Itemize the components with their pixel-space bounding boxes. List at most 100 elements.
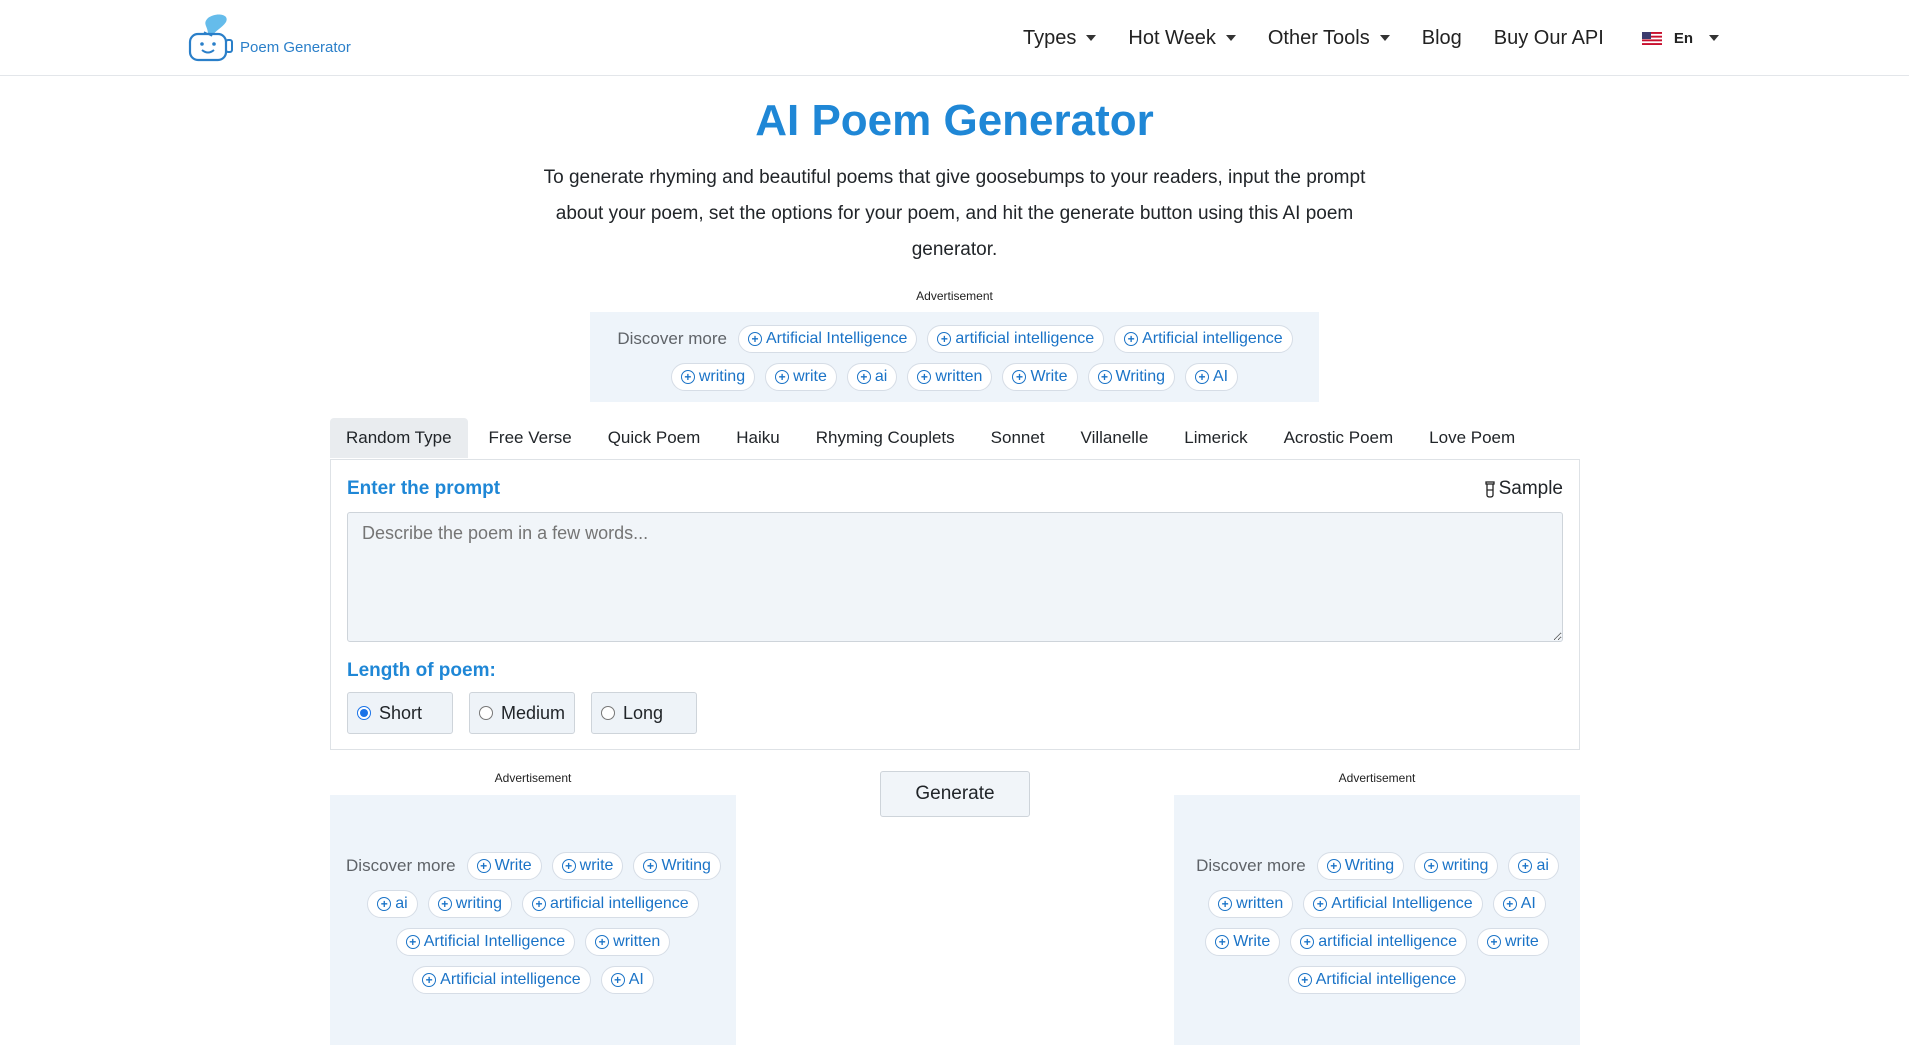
plus-circle-icon: + [1124, 332, 1139, 346]
discover-more-label: Discover more [346, 856, 456, 875]
ad-chip[interactable]: + written [585, 928, 671, 956]
tab-quick-poem[interactable]: Quick Poem [593, 418, 716, 458]
sample-button[interactable]: Sample [1484, 478, 1563, 500]
tab-haiku[interactable]: Haiku [721, 418, 794, 458]
plus-circle-icon: + [747, 332, 762, 346]
plus-circle-icon: + [1297, 973, 1312, 987]
ad-chip[interactable]: + artificial intelligence [521, 890, 699, 918]
ad-chip[interactable]: + AI [1492, 890, 1546, 918]
tab-love-poem[interactable]: Love Poem [1414, 418, 1530, 458]
ad-chip[interactable]: + AI [600, 966, 654, 994]
length-option-label: Medium [501, 702, 566, 723]
length-radio-group: Short Medium Long [347, 692, 713, 734]
ad-chip[interactable]: + Artificial Intelligence [1303, 890, 1483, 918]
ad-chip[interactable]: + ai [846, 363, 898, 391]
nav-types[interactable]: Types [1023, 27, 1097, 50]
ad-chip-label: written [935, 368, 983, 385]
ad-chip[interactable]: + writing [427, 890, 512, 918]
plus-circle-icon: + [1424, 859, 1439, 873]
tab-random-type[interactable]: Random Type [330, 418, 468, 458]
ad-chip[interactable]: + Artificial Intelligence [395, 928, 576, 956]
plus-circle-icon: + [437, 897, 452, 911]
brand-name: Poem Generator [240, 39, 351, 56]
ad-chip[interactable]: + Artificial intelligence [1287, 966, 1467, 994]
nav-other-tools[interactable]: Other Tools [1268, 27, 1390, 50]
ad-chip[interactable]: + Writing [1316, 852, 1405, 880]
ad-label-right: Advertisement [1338, 771, 1416, 785]
plus-circle-icon: + [595, 935, 610, 949]
ad-chip[interactable]: + Artificial intelligence [1114, 325, 1293, 353]
nav-blog[interactable]: Blog [1422, 27, 1462, 50]
length-option-medium[interactable]: Medium [469, 692, 575, 734]
main-nav: Types Hot Week Other Tools Blog Buy Our … [991, 0, 1719, 76]
ad-chip[interactable]: + Write [1205, 928, 1281, 956]
ad-chip[interactable]: + write [765, 363, 837, 391]
nav-hot-week-label: Hot Week [1128, 26, 1216, 49]
plus-circle-icon: + [1487, 935, 1501, 949]
tab-limerick[interactable]: Limerick [1169, 418, 1262, 458]
ad-chip-label: Write [1233, 933, 1271, 950]
length-option-label: Long [623, 702, 664, 723]
ad-chip[interactable]: + write [1477, 928, 1549, 956]
ad-chip[interactable]: + writing [1414, 852, 1499, 880]
radio-unchecked-icon [601, 706, 615, 720]
ad-chip-label: artificial intelligence [955, 330, 1095, 347]
tab-villanelle[interactable]: Villanelle [1066, 418, 1164, 458]
ad-chip[interactable]: + Artificial intelligence [412, 966, 591, 994]
tab-free-verse[interactable]: Free Verse [474, 418, 587, 458]
ad-box-right: Discover more + Writing + writing + ai + wri… [1174, 795, 1580, 1045]
ad-label-top: Advertisement [916, 289, 993, 303]
generate-button[interactable]: Generate [880, 771, 1030, 817]
ad-chip-label: artificial intelligence [1318, 933, 1457, 950]
ad-chip[interactable]: + artificial intelligence [1290, 928, 1467, 956]
plus-circle-icon: + [643, 859, 658, 873]
plus-circle-icon: + [1502, 897, 1517, 911]
ad-chip[interactable]: + written [1208, 890, 1294, 918]
ad-chip-label: Artificial Intelligence [423, 933, 566, 950]
plus-circle-icon: + [937, 332, 952, 346]
ad-chip[interactable]: + artificial intelligence [927, 325, 1105, 353]
us-flag-icon [1641, 31, 1662, 45]
brand-logo-link[interactable]: Poem Generator [186, 12, 351, 64]
ad-chip[interactable]: + Artificial Intelligence [737, 325, 918, 353]
plus-circle-icon: + [1097, 370, 1112, 384]
ad-chip-label: Write [1030, 368, 1068, 385]
ad-chip-label: written [613, 933, 661, 950]
nav-blog-label: Blog [1421, 26, 1462, 49]
prompt-input[interactable] [347, 512, 1563, 642]
ad-chip[interactable]: + written [907, 363, 993, 391]
tab-sonnet[interactable]: Sonnet [976, 418, 1060, 458]
poem-type-tabs: Random Type Free Verse Quick Poem Haiku … [330, 418, 1536, 460]
ad-chip[interactable]: + writing [670, 363, 756, 391]
ad-chip-label: Artificial intelligence [440, 971, 581, 988]
ad-chip-label: Artificial intelligence [1142, 330, 1283, 347]
ad-box-left: Discover more + Write + write + Writing + ai… [330, 795, 736, 1045]
ad-chip[interactable]: + Write [1002, 363, 1078, 391]
ad-chip-label: ai [395, 895, 408, 912]
length-option-short[interactable]: Short [347, 692, 453, 734]
ad-chip[interactable]: + Writing [1087, 363, 1175, 391]
length-option-long[interactable]: Long [591, 692, 697, 734]
length-option-label: Short [379, 702, 423, 723]
ad-chip[interactable]: + write [551, 852, 624, 880]
ad-chip[interactable]: + AI [1185, 363, 1239, 391]
ad-chip[interactable]: + ai [367, 890, 418, 918]
plus-circle-icon: + [1195, 370, 1209, 384]
tab-rhyming-couplets[interactable]: Rhyming Couplets [801, 418, 970, 458]
nav-buy-api[interactable]: Buy Our API [1494, 27, 1604, 50]
ad-chip[interactable]: + Writing [633, 852, 721, 880]
ad-chip-label: writing [698, 368, 746, 385]
plus-circle-icon: + [422, 973, 437, 987]
language-selector[interactable]: En [1641, 30, 1719, 47]
ad-chip-label: AI [628, 971, 644, 988]
plus-circle-icon: + [680, 370, 695, 384]
nav-hot-week[interactable]: Hot Week [1128, 26, 1236, 50]
tab-acrostic-poem[interactable]: Acrostic Poem [1269, 418, 1409, 458]
ad-chip-label: Write [494, 857, 532, 874]
ad-chip[interactable]: + ai [1508, 852, 1559, 880]
plus-circle-icon: + [1300, 935, 1315, 949]
ad-chip-label: Writing [1344, 857, 1395, 874]
ad-chip[interactable]: + Write [466, 852, 542, 880]
plus-circle-icon: + [561, 859, 576, 873]
nav-buy-api-label: Buy Our API [1493, 26, 1604, 49]
